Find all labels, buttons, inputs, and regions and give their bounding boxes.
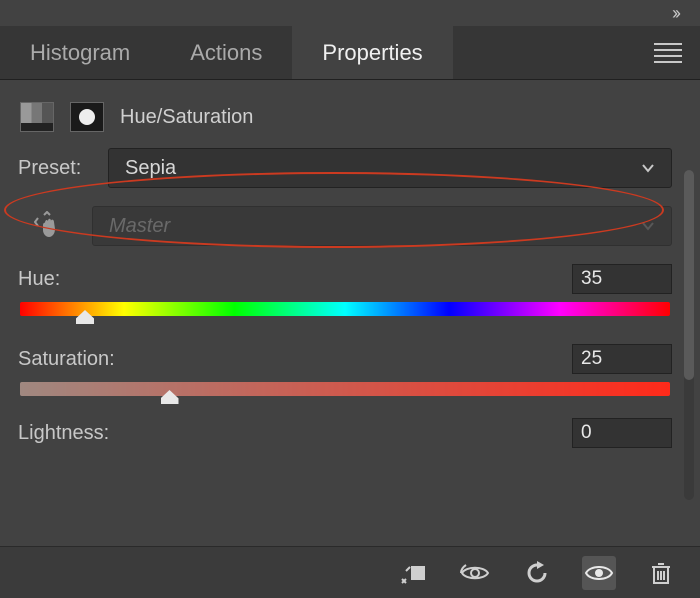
tab-label: Actions	[190, 40, 262, 66]
delete-icon[interactable]	[644, 556, 678, 590]
preset-dropdown[interactable]: Sepia	[108, 148, 672, 188]
lightness-value-input[interactable]	[572, 418, 672, 448]
tab-properties[interactable]: Properties	[292, 26, 452, 79]
hue-thumb[interactable]	[76, 310, 94, 324]
view-previous-state-icon[interactable]	[458, 556, 492, 590]
saturation-slider: Saturation:	[18, 344, 672, 396]
properties-panel: ›› Histogram Actions Properties Hue/Satu…	[0, 0, 700, 598]
saturation-thumb[interactable]	[161, 390, 179, 404]
hue-value-input[interactable]	[572, 264, 672, 294]
toggle-visibility-icon[interactable]	[582, 556, 616, 590]
panel-body: Preset: Sepia Master	[0, 144, 700, 448]
tab-label: Histogram	[30, 40, 130, 66]
tab-label: Properties	[322, 40, 422, 66]
preset-value: Sepia	[125, 157, 176, 180]
lightness-label: Lightness:	[18, 422, 109, 445]
preset-row: Preset: Sepia	[18, 148, 672, 188]
hue-track[interactable]	[20, 302, 670, 316]
preset-label: Preset:	[18, 157, 108, 180]
saturation-value-input[interactable]	[572, 344, 672, 374]
panel-footer	[0, 546, 700, 598]
saturation-label: Saturation:	[18, 348, 115, 371]
panel-topbar: ››	[0, 0, 700, 26]
hue-slider: Hue:	[18, 264, 672, 316]
hue-saturation-icon[interactable]	[20, 102, 54, 132]
tab-row: Histogram Actions Properties	[0, 26, 700, 80]
adjustment-header: Hue/Saturation	[0, 80, 700, 144]
channel-dropdown[interactable]: Master	[92, 206, 672, 246]
panel-menu-icon[interactable]	[654, 26, 682, 80]
adjustment-title: Hue/Saturation	[120, 106, 253, 129]
saturation-track[interactable]	[20, 382, 670, 396]
expand-right-icon[interactable]: ››	[672, 3, 678, 24]
clip-to-layer-icon[interactable]	[396, 556, 430, 590]
lightness-row: Lightness:	[18, 418, 672, 448]
scrollbar-handle[interactable]	[684, 170, 694, 380]
chevron-down-icon	[641, 161, 655, 175]
panel-scrollbar[interactable]	[684, 170, 694, 500]
tab-histogram[interactable]: Histogram	[0, 26, 160, 79]
channel-value: Master	[109, 215, 170, 238]
hue-label: Hue:	[18, 268, 60, 291]
reset-icon[interactable]	[520, 556, 554, 590]
scrubby-hand-icon[interactable]	[30, 211, 68, 241]
layer-mask-icon[interactable]	[70, 102, 104, 132]
chevron-down-icon	[641, 219, 655, 233]
channel-row: Master	[30, 206, 672, 246]
tab-actions[interactable]: Actions	[160, 26, 292, 79]
